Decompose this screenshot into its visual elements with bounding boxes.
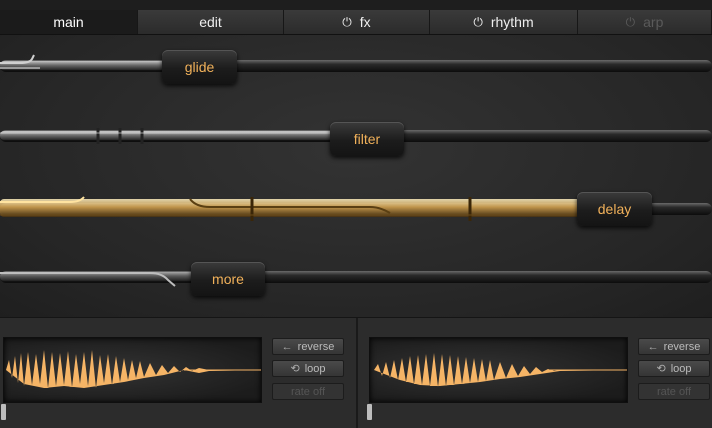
tab-main[interactable]: main (0, 10, 138, 34)
rate-button-left[interactable]: rate off (272, 383, 344, 400)
reverse-button-right[interactable]: ← reverse (638, 338, 710, 355)
sample-start-marker[interactable] (367, 404, 372, 420)
tab-edit[interactable]: edit (138, 10, 284, 34)
tab-rhythm[interactable]: ⏻ rhythm (430, 10, 578, 34)
tab-label: rhythm (490, 14, 534, 30)
tab-arp[interactable]: ⏻ arp (578, 10, 712, 34)
reverse-label: reverse (297, 340, 335, 353)
tab-label: main (53, 14, 84, 30)
loop-label: loop (304, 362, 326, 375)
more-rod-graphic (0, 271, 712, 287)
tab-label: fx (359, 14, 371, 30)
reverse-button-left[interactable]: ← reverse (272, 338, 344, 355)
glide-rod[interactable] (0, 53, 712, 81)
rate-button-right[interactable]: rate off (638, 383, 710, 400)
power-icon[interactable]: ⏻ (626, 15, 636, 30)
panel-divider (356, 318, 358, 428)
loop-icon: ⟲ (656, 363, 666, 375)
tab-bar: main edit ⏻ fx ⏻ rhythm ⏻ arp (0, 0, 712, 35)
reverse-arrow-icon: ← (647, 340, 659, 353)
delay-control[interactable]: delay (577, 192, 652, 226)
loop-button-right[interactable]: ⟲ loop (638, 360, 710, 377)
delay-label: delay (597, 201, 632, 217)
tab-label: arp (643, 14, 664, 30)
glide-rod-graphic (0, 54, 712, 72)
sample-start-marker[interactable] (1, 404, 6, 420)
rate-label: rate off (656, 385, 692, 398)
more-label: more (212, 271, 244, 287)
tab-fx[interactable]: ⏻ fx (284, 10, 430, 34)
reverse-label: reverse (663, 340, 701, 353)
control-rods-area: glide filter delay more (0, 35, 712, 317)
sample-panel: ← reverse ⟲ loop rate off ← reverse ⟲ lo… (0, 317, 712, 428)
glide-label: glide (184, 59, 215, 75)
glide-control[interactable]: glide (162, 50, 237, 84)
power-icon[interactable]: ⏻ (342, 15, 352, 30)
waveform-display-left[interactable] (3, 337, 262, 403)
reverse-arrow-icon: ← (281, 340, 293, 353)
more-rod[interactable] (0, 264, 712, 292)
rate-label: rate off (290, 385, 326, 398)
filter-control[interactable]: filter (330, 122, 404, 156)
waveform-display-right[interactable] (369, 337, 628, 403)
more-control[interactable]: more (191, 262, 265, 296)
waveform-right (374, 353, 627, 387)
tab-label: edit (199, 14, 222, 30)
waveform-left (6, 350, 261, 388)
filter-label: filter (353, 131, 381, 147)
power-icon[interactable]: ⏻ (473, 15, 483, 30)
loop-button-left[interactable]: ⟲ loop (272, 360, 344, 377)
loop-icon: ⟲ (290, 363, 300, 375)
loop-label: loop (670, 362, 692, 375)
